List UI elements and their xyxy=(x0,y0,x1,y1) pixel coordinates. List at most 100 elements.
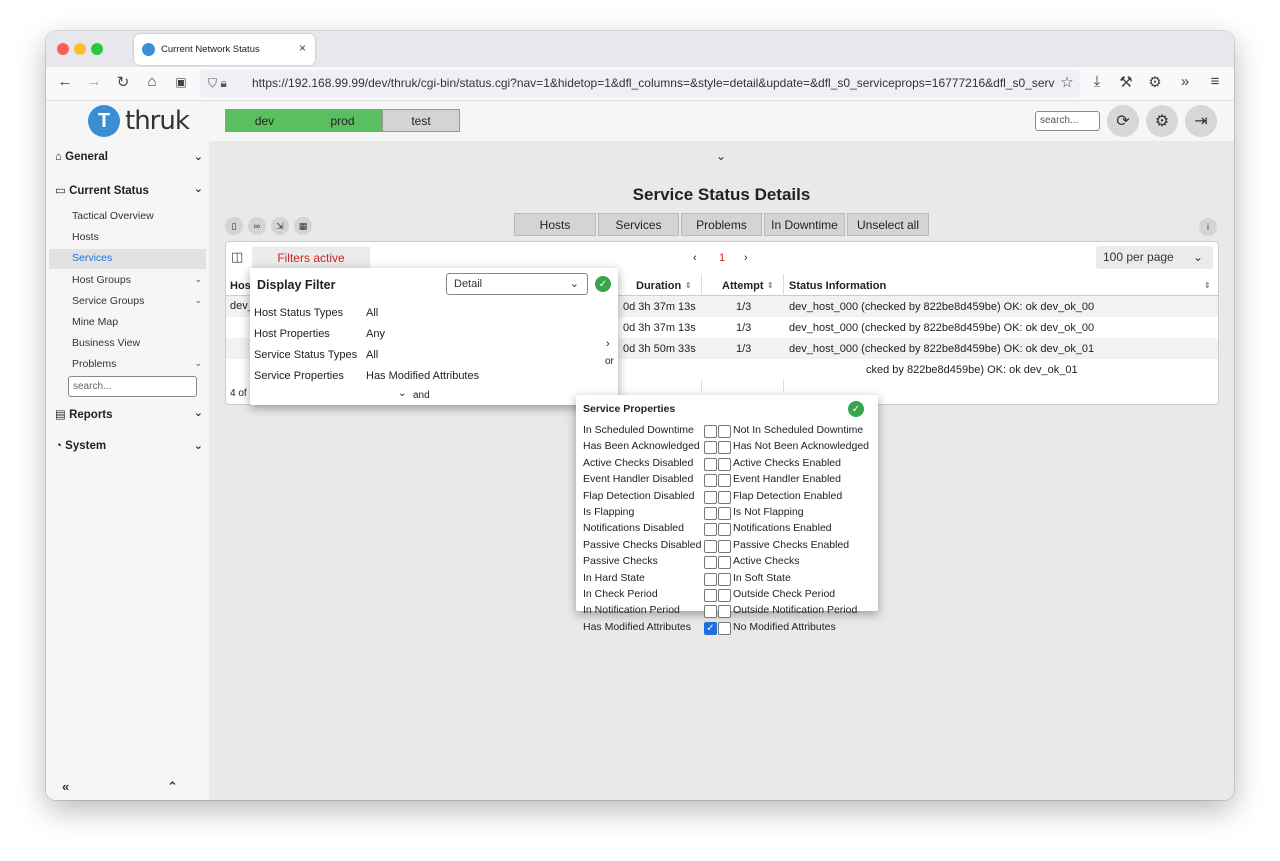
nav-reports[interactable]: ▤ Reports ⌄ xyxy=(55,407,203,421)
sidebar-item-tactical-overview[interactable]: Tactical Overview xyxy=(72,210,202,222)
site-button-dev[interactable]: dev xyxy=(225,109,304,132)
nav-current-status[interactable]: ▭ Current Status ⌄ xyxy=(55,183,203,197)
property-checkbox-right[interactable] xyxy=(718,441,731,455)
property-checkbox-left[interactable] xyxy=(704,589,717,602)
sidebar-item-business-view[interactable]: Business View xyxy=(72,337,202,349)
thruk-logo[interactable]: T thruk xyxy=(88,104,190,138)
expand-right-chevron-icon[interactable]: › xyxy=(606,338,610,350)
columns-toggle-icon[interactable]: ◫ xyxy=(231,249,243,265)
current-page[interactable]: 1 xyxy=(719,252,725,264)
prev-page-button[interactable]: ‹ xyxy=(693,252,697,264)
property-checkbox-left[interactable]: ✓ xyxy=(704,621,717,635)
quick-filter-unselect-all[interactable]: Unselect all xyxy=(847,213,929,236)
chevron-down-icon[interactable]: ⌄ xyxy=(398,388,406,399)
logout-icon[interactable]: ⇥ xyxy=(1185,105,1217,137)
sidebar-item-service-groups[interactable]: Service Groups ⌄ xyxy=(72,295,202,307)
nav-general[interactable]: ⌂ General ⌄ xyxy=(55,151,203,163)
site-button-test[interactable]: test xyxy=(382,109,460,132)
sidebar-item-problems[interactable]: Problems ⌄ xyxy=(72,358,202,370)
property-checkbox-left[interactable] xyxy=(704,605,717,619)
chevron-down-icon[interactable]: ⌄ xyxy=(194,358,202,369)
property-checkbox-right[interactable] xyxy=(718,572,731,586)
property-checkbox-right[interactable] xyxy=(718,523,731,537)
overflow-chevron-icon[interactable]: » xyxy=(1174,73,1196,90)
property-checkbox-left[interactable] xyxy=(704,441,717,455)
filters-active-tab[interactable]: Filters active xyxy=(252,247,370,269)
property-checkbox-right[interactable] xyxy=(718,539,731,553)
gear-icon[interactable]: ⚙ xyxy=(1146,105,1178,137)
info-icon[interactable]: i xyxy=(1199,218,1217,236)
sidebar-item-services[interactable]: Services xyxy=(72,252,202,264)
filter-mode-select[interactable]: Detail ⌄ xyxy=(446,273,588,295)
property-checkbox-left[interactable] xyxy=(704,539,717,553)
property-checkbox-left[interactable] xyxy=(704,474,717,488)
property-checkbox-right[interactable] xyxy=(718,474,731,488)
quick-filter-hosts[interactable]: Hosts xyxy=(514,213,596,236)
back-arrow-icon[interactable]: ← xyxy=(54,73,76,90)
filter-value-service-properties[interactable]: Has Modified Attributes xyxy=(366,370,479,382)
chevron-down-icon[interactable]: ⌄ xyxy=(194,295,202,306)
downloads-icon[interactable]: ⤓ xyxy=(1086,73,1108,90)
sidebar-item-mine-map[interactable]: Mine Map xyxy=(72,316,202,328)
tab-close-icon[interactable]: × xyxy=(299,41,306,55)
property-checkbox-left[interactable] xyxy=(704,572,717,586)
property-checkbox-left[interactable] xyxy=(704,425,717,438)
property-label-left: Notifications Disabled xyxy=(583,522,684,535)
url-bar[interactable]: ⛉ 🔒︎ https://192.168.99.99/dev/thruk/cgi… xyxy=(200,70,1080,97)
property-checkbox-right[interactable] xyxy=(718,589,731,602)
sidebar-item-host-groups[interactable]: Host Groups ⌄ xyxy=(72,274,202,286)
export-icon[interactable]: ⇲ xyxy=(271,217,289,235)
next-page-button[interactable]: › xyxy=(744,252,748,264)
scroll-top-icon[interactable]: ⌃ xyxy=(167,779,178,795)
sidebar-item-hosts[interactable]: Hosts xyxy=(72,231,202,243)
settings-gear-icon[interactable]: ⚙ xyxy=(1144,73,1166,91)
link-icon[interactable]: ∞ xyxy=(248,217,266,235)
apply-filter-check-icon[interactable]: ✓ xyxy=(595,276,611,292)
or-label[interactable]: or xyxy=(605,356,614,367)
filter-value-host-status-types[interactable]: All xyxy=(366,307,378,319)
sidebar-search-input[interactable]: search... xyxy=(68,376,197,397)
property-checkbox-right[interactable] xyxy=(718,556,731,570)
property-checkbox-left[interactable] xyxy=(704,523,717,537)
nav-system[interactable]: ◔ System ⌄ xyxy=(55,440,203,452)
zoom-window-button[interactable] xyxy=(91,43,103,55)
property-checkbox-right[interactable] xyxy=(718,621,731,635)
property-checkbox-left[interactable] xyxy=(704,457,717,471)
quick-filter-problems[interactable]: Problems xyxy=(681,213,762,236)
bookmark-icon[interactable]: ▯ xyxy=(225,217,243,235)
refresh-icon[interactable]: ⟳ xyxy=(1107,105,1139,137)
per-page-select[interactable]: 100 per page ⌄ xyxy=(1096,246,1213,269)
filter-value-service-status-types[interactable]: All xyxy=(366,349,378,361)
site-button-prod[interactable]: prod xyxy=(303,109,382,132)
expand-header-chevron-icon[interactable]: ⌄ xyxy=(716,149,726,163)
property-checkbox-right[interactable] xyxy=(718,457,731,471)
property-checkbox-left[interactable] xyxy=(704,556,717,570)
close-window-button[interactable] xyxy=(57,43,69,55)
property-checkbox-left[interactable] xyxy=(704,490,717,504)
wrench-icon[interactable]: ⚒ xyxy=(1115,73,1137,91)
property-checkbox-right[interactable] xyxy=(718,605,731,619)
forward-arrow-icon[interactable]: → xyxy=(83,73,105,90)
top-bar: dev prod test search... ⟳ ⚙ ⇥ xyxy=(209,101,1234,141)
extension-icon[interactable]: ▣ xyxy=(170,75,192,89)
property-checkbox-right[interactable] xyxy=(718,507,731,520)
property-checkbox-left[interactable] xyxy=(704,507,717,520)
quick-filter-services[interactable]: Services xyxy=(598,213,679,236)
minimize-window-button[interactable] xyxy=(74,43,86,55)
property-label-right: Not In Scheduled Downtime xyxy=(733,424,864,436)
browser-tab[interactable]: Current Network Status × xyxy=(134,34,315,65)
apply-properties-check-icon[interactable]: ✓ xyxy=(848,401,864,417)
bookmark-star-icon[interactable]: ☆ xyxy=(1056,73,1078,91)
property-checkbox-right[interactable] xyxy=(718,425,731,438)
menu-icon[interactable]: ≡ xyxy=(1204,73,1226,90)
and-label[interactable]: and xyxy=(413,390,430,401)
quick-filter-in-downtime[interactable]: In Downtime xyxy=(764,213,845,236)
home-icon[interactable]: ⌂ xyxy=(141,73,163,90)
chevron-down-icon[interactable]: ⌄ xyxy=(194,274,202,285)
filter-value-host-properties[interactable]: Any xyxy=(366,328,385,340)
global-search-input[interactable]: search... xyxy=(1035,111,1100,131)
property-checkbox-right[interactable] xyxy=(718,490,731,504)
reload-icon[interactable]: ↻ xyxy=(112,73,134,91)
grid-icon[interactable]: ▦ xyxy=(294,217,312,235)
collapse-sidebar-icon[interactable]: « xyxy=(62,779,69,794)
